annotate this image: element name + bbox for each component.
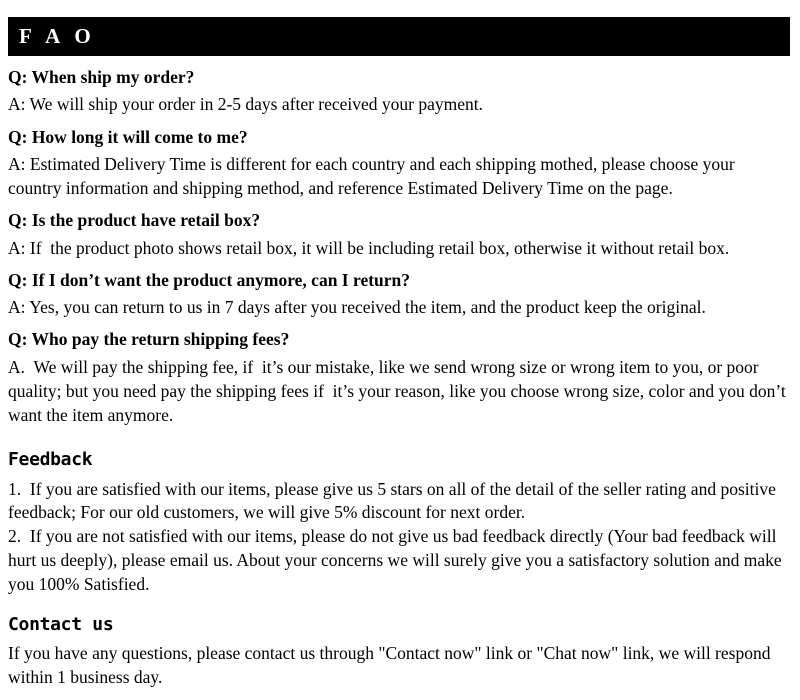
faq-answer: A: Estimated Delivery Time is different … [8, 153, 740, 199]
feedback-section: Feedback 1. If you are satisfied with ou… [8, 449, 792, 597]
contact-section: Contact us If you have any questions, pl… [8, 614, 792, 690]
faq-item: Q: When ship my order? A: We will ship y… [8, 66, 792, 117]
feedback-body: 1. If you are satisfied with our items, … [8, 478, 782, 594]
faq-content: Q: When ship my order? A: We will ship y… [8, 66, 792, 690]
faq-item: Q: Who pay the return shipping fees? A. … [8, 328, 792, 427]
faq-page: F A O Q: When ship my order? A: We will … [0, 0, 800, 700]
faq-answer: A: We will ship your order in 2-5 days a… [8, 94, 484, 115]
page-title: F A O [19, 24, 96, 48]
faq-item: Q: Is the product have retail box? A: If… [8, 209, 792, 260]
faq-item: Q: If I don’t want the product anymore, … [8, 269, 792, 320]
faq-answer: A: If the product photo shows retail box… [8, 237, 730, 258]
faq-question: Q: Is the product have retail box? [8, 210, 261, 231]
contact-body: If you have any questions, please contac… [8, 643, 775, 688]
faq-question: Q: When ship my order? [8, 67, 195, 87]
feedback-heading: Feedback [8, 449, 93, 471]
faq-question: Q: How long it will come to me? [8, 126, 248, 147]
faq-item: Q: How long it will come to me? A: Estim… [8, 126, 792, 201]
faq-answer: A. We will pay the shipping fee, if it’s… [8, 356, 791, 425]
faq-question: Q: If I don’t want the product anymore, … [8, 269, 411, 290]
contact-heading: Contact us [8, 613, 114, 635]
faq-question: Q: Who pay the return shipping fees? [8, 329, 290, 350]
faq-answer: A: Yes, you can return to us in 7 days a… [8, 297, 706, 318]
page-title-bar: F A O [8, 17, 790, 56]
